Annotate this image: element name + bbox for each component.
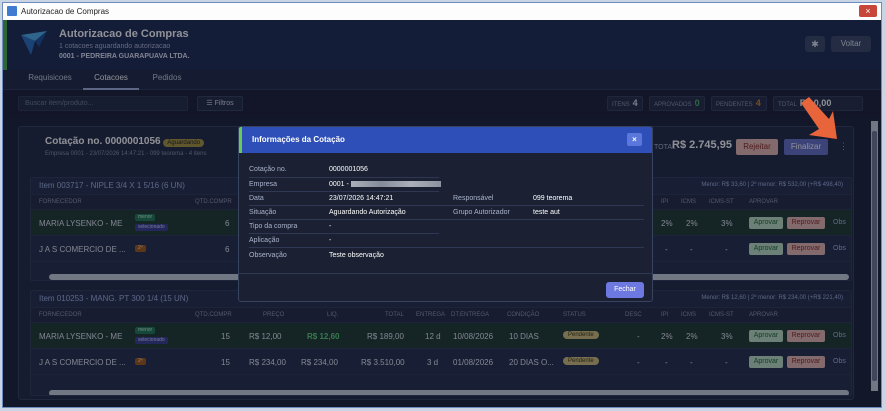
field-label: Data bbox=[249, 195, 264, 202]
modal-close-button[interactable]: × bbox=[627, 133, 642, 146]
modal-title: Informações da Cotação bbox=[252, 135, 345, 144]
arrow-pointer-icon bbox=[801, 97, 837, 139]
window-close-button[interactable]: × bbox=[859, 5, 877, 17]
field-value: teste aut bbox=[533, 209, 560, 216]
field-label: Situação bbox=[249, 209, 277, 216]
close-modal-button[interactable]: Fechar bbox=[606, 282, 644, 298]
divider bbox=[239, 273, 652, 274]
field-value: 099 teorema bbox=[533, 195, 573, 202]
field-label: Grupo Autorizador bbox=[453, 209, 510, 216]
divider bbox=[249, 191, 439, 192]
field-label: Responsável bbox=[453, 195, 494, 202]
divider bbox=[249, 247, 644, 248]
window-title: Autorizacao de Compras bbox=[21, 7, 110, 16]
field-label: Tipo da compra bbox=[249, 223, 298, 230]
field-label: Empresa bbox=[249, 181, 278, 188]
redacted-text bbox=[350, 181, 441, 188]
modal-header: Informações da Cotação × bbox=[239, 127, 652, 153]
quotation-info-modal: Informações da Cotação × Cotação no. 000… bbox=[238, 126, 653, 302]
field-value: 23/07/2026 14:47:21 bbox=[329, 195, 394, 202]
field-label: Observação bbox=[249, 252, 287, 259]
field-label: Aplicação bbox=[249, 237, 280, 244]
field-value: Aguardando Autorização bbox=[329, 209, 406, 216]
field-label: Cotação no. bbox=[249, 166, 287, 173]
window-titlebar: Autorizacao de Compras × bbox=[3, 3, 881, 20]
field-value: Teste observação bbox=[329, 252, 384, 259]
field-value: 0000001056 bbox=[329, 166, 368, 173]
app-window: Autorizacao de Compras × Autorizacao de … bbox=[2, 2, 882, 408]
field-value: - bbox=[329, 237, 332, 244]
divider bbox=[249, 205, 644, 206]
divider bbox=[249, 219, 644, 220]
field-value: 0001 - bbox=[329, 181, 441, 188]
app-icon bbox=[7, 6, 17, 16]
company-code: 0001 - bbox=[329, 181, 349, 188]
divider bbox=[249, 177, 439, 178]
divider bbox=[249, 233, 439, 234]
field-value: - bbox=[329, 223, 332, 230]
